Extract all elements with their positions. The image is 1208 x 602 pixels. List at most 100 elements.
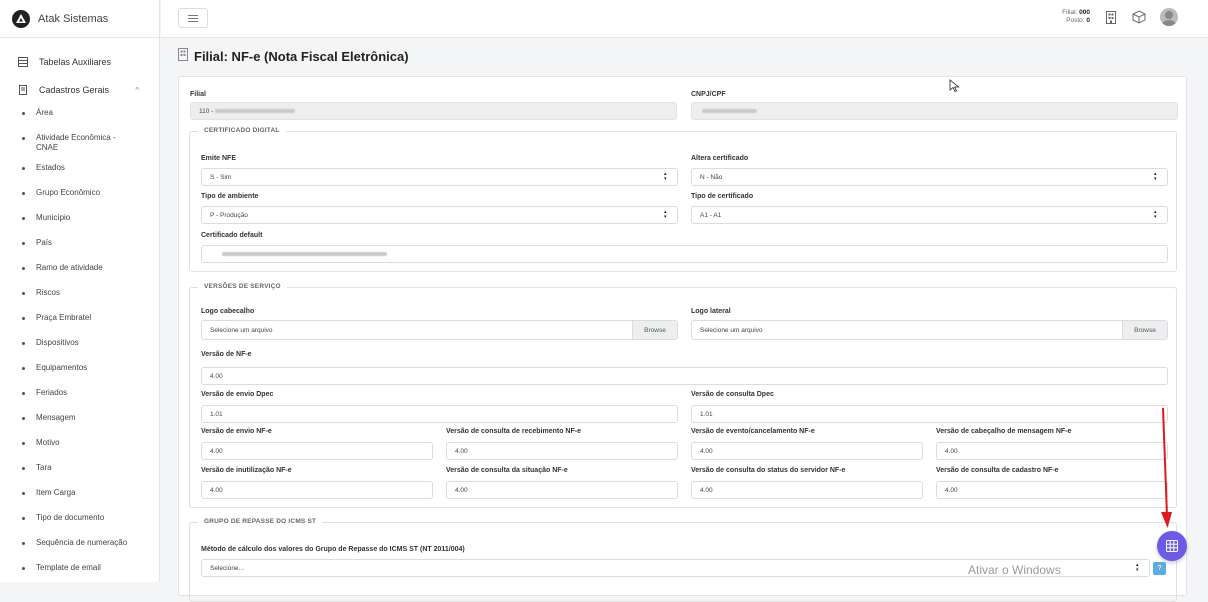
versao-consulta-recebimento-input[interactable]: 4.00 (446, 442, 678, 460)
fieldset-versoes-servico: VERSÕES DE SERVIÇO Logo cabecalho Seleci… (189, 283, 1177, 508)
logo-cabecalho-label: Logo cabecalho (201, 308, 255, 315)
posto-label: Posto: (1066, 17, 1085, 24)
sidebar-item-grupo-economico[interactable]: Grupo Econômico (0, 188, 159, 213)
browse-button[interactable]: Browse (632, 321, 677, 339)
windows-activation-watermark: Ativar o Windows (968, 563, 1061, 577)
page-title-text: Filial: NF-e (Nota Fiscal Eletrônica) (194, 48, 409, 64)
sidebar-item-municipio[interactable]: Município (0, 213, 159, 238)
grid-menu-fab[interactable] (1157, 531, 1187, 561)
fieldset-grupo-repasse-icms: GRUPO DE REPASSE DO ICMS ST Método de cá… (189, 518, 1177, 602)
sidebar-section-label: Tabelas Auxiliares (39, 57, 112, 67)
fieldset-legend: GRUPO DE REPASSE DO ICMS ST (198, 518, 323, 525)
topbar: Filial: 000 Posto: 0 (161, 0, 1208, 38)
sidebar-item-feriados[interactable]: Feriados (0, 388, 159, 413)
filial-value: 000 (1079, 9, 1090, 16)
sidebar-section-tabelas-auxiliares[interactable]: Tabelas Auxiliares (0, 48, 159, 76)
brand-logo-icon (12, 9, 30, 28)
sidebar-section-cadastros-gerais[interactable]: Cadastros Gerais ^ (0, 76, 159, 104)
altera-certificado-label: Altera certificado (691, 155, 749, 162)
form-card: Filial 110 - CNPJ/CPF CERTIFICADO DIGITA… (178, 76, 1187, 602)
building-icon[interactable] (1104, 10, 1118, 24)
versao-envio-dpec-label: Versão de envio Dpec (201, 391, 274, 398)
metodo-calculo-label: Método de cálculo dos valores do Grupo d… (201, 546, 465, 553)
sidebar-item-ramo-atividade[interactable]: Ramo de atividade (0, 263, 159, 288)
versao-evento-input[interactable]: 4.00 (691, 442, 923, 460)
fieldset-legend: CERTIFICADO DIGITAL (198, 127, 286, 134)
page-title: Filial: NF-e (Nota Fiscal Eletrônica) (178, 48, 409, 64)
sidebar: Atak Sistemas Tabelas Auxiliares Cadastr… (0, 0, 160, 582)
sidebar-item-estados[interactable]: Estados (0, 163, 159, 188)
versao-nfe-input[interactable]: 4.00 (201, 367, 1168, 385)
fieldset-legend: VERSÕES DE SERVIÇO (198, 283, 287, 290)
versao-nfe-label: Versão de NF-e (201, 351, 252, 358)
versao-consulta-status-label: Versão de consulta do status do servidor… (691, 467, 846, 474)
sidebar-section-label: Cadastros Gerais (39, 85, 110, 95)
versao-inutilizacao-input[interactable]: 4.00 (201, 481, 433, 499)
filial-field-label: Filial (190, 91, 206, 98)
bullet-icon (22, 467, 25, 470)
sidebar-item-praca-embratel[interactable]: Praça Embratel (0, 313, 159, 338)
certificado-default-label: Certificado default (201, 232, 263, 239)
redacted-value (215, 109, 296, 113)
bullet-icon (22, 567, 25, 570)
red-arrow-annotation (1161, 407, 1172, 528)
avatar[interactable] (1160, 8, 1178, 26)
table-icon (18, 57, 28, 67)
fieldset-certificado-digital: CERTIFICADO DIGITAL Emite NFE S - Sim Al… (189, 127, 1177, 272)
building-icon (178, 48, 188, 64)
sidebar-item-tara[interactable]: Tara (0, 463, 159, 488)
sidebar-item-tipo-documento[interactable]: Tipo de documento (0, 513, 159, 538)
sidebar-item-mensagem[interactable]: Mensagem (0, 413, 159, 438)
browse-button[interactable]: Browse (1122, 321, 1167, 339)
sidebar-item-cnae[interactable]: Atividade Econômica - CNAE (0, 133, 159, 163)
cnpj-field-label: CNPJ/CPF (691, 91, 726, 98)
versao-envio-dpec-input[interactable]: 1.01 (201, 405, 678, 423)
sidebar-item-dispositivos[interactable]: Dispositivos (0, 338, 159, 363)
cube-icon[interactable] (1132, 10, 1146, 24)
sidebar-item-template-email[interactable]: Template de email (0, 563, 159, 582)
tipo-certificado-select[interactable]: A1 - A1 (691, 206, 1168, 224)
document-icon (18, 85, 28, 95)
versao-cabecalho-label: Versão de cabeçalho de mensagem NF-e (936, 428, 1072, 435)
versao-envio-nfe-input[interactable]: 4.00 (201, 442, 433, 460)
posto-value: 0 (1086, 17, 1090, 24)
bullet-icon (22, 492, 25, 495)
sidebar-item-area[interactable]: Área (0, 108, 159, 133)
tipo-ambiente-select[interactable]: P - Produção (201, 206, 678, 224)
versao-consulta-cadastro-input[interactable]: 4.00 (936, 481, 1168, 499)
hamburger-menu-button[interactable] (178, 8, 208, 28)
bullet-icon (22, 242, 25, 245)
sidebar-item-sequencia-numeracao[interactable]: Sequência de numeração (0, 538, 159, 563)
bullet-icon (22, 542, 25, 545)
mouse-cursor-icon (949, 79, 960, 93)
bullet-icon (22, 517, 25, 520)
versao-cabecalho-input[interactable]: 4.00 (936, 442, 1168, 460)
versao-consulta-situacao-input[interactable]: 4.00 (446, 481, 678, 499)
certificado-default-field[interactable] (201, 245, 1168, 263)
logo-lateral-file-input[interactable]: Selecione um arquivo Browse (691, 320, 1168, 340)
sidebar-item-pais[interactable]: País (0, 238, 159, 263)
versao-consulta-recebimento-label: Versão de consulta de recebimento NF-e (446, 428, 581, 435)
versao-consulta-status-input[interactable]: 4.00 (691, 481, 923, 499)
bullet-icon (22, 342, 25, 345)
bullet-icon (22, 112, 25, 115)
help-button[interactable]: ? (1153, 562, 1166, 575)
versao-consulta-dpec-input[interactable]: 1.01 (691, 405, 1168, 423)
grid-icon (1166, 540, 1178, 552)
brand[interactable]: Atak Sistemas (0, 0, 159, 38)
versao-envio-nfe-label: Versão de envio NF-e (201, 428, 272, 435)
bullet-icon (22, 392, 25, 395)
bullet-icon (22, 217, 25, 220)
tipo-ambiente-label: Tipo de ambiente (201, 193, 259, 200)
sidebar-item-riscos[interactable]: Riscos (0, 288, 159, 313)
versao-inutilizacao-label: Versão de inutilização NF-e (201, 467, 292, 474)
bullet-icon (22, 417, 25, 420)
bullet-icon (22, 267, 25, 270)
sidebar-item-equipamentos[interactable]: Equipamentos (0, 363, 159, 388)
sidebar-item-motivo[interactable]: Motivo (0, 438, 159, 463)
logo-cabecalho-file-input[interactable]: Selecione um arquivo Browse (201, 320, 678, 340)
bullet-icon (22, 292, 25, 295)
emite-nfe-select[interactable]: S - Sim (201, 168, 678, 186)
altera-certificado-select[interactable]: N - Não (691, 168, 1168, 186)
sidebar-item-item-carga[interactable]: Item Carga (0, 488, 159, 513)
